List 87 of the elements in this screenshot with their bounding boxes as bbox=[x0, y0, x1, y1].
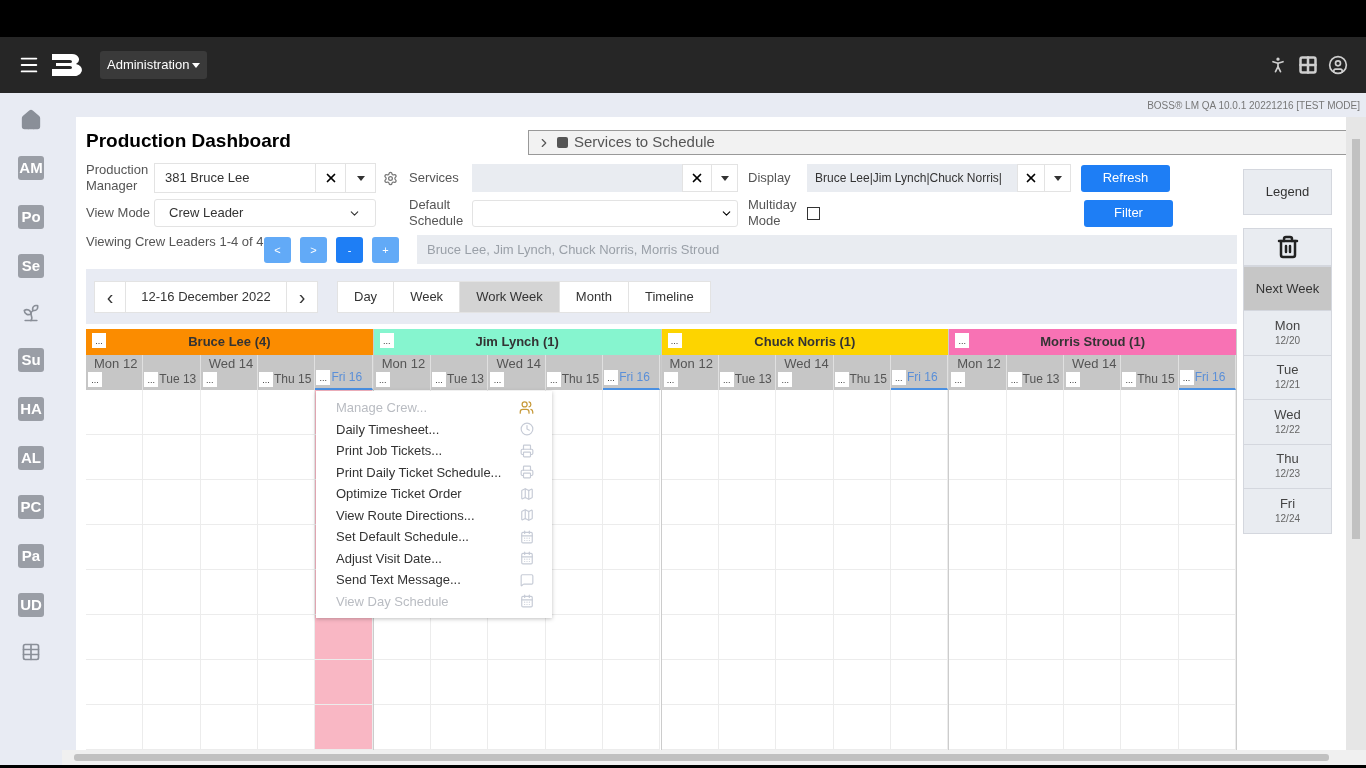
refresh-button[interactable]: Refresh bbox=[1081, 164, 1170, 192]
crew-name: Bruce Lee (4) bbox=[188, 333, 271, 352]
more-button[interactable]: ... bbox=[667, 333, 682, 348]
more-button[interactable]: ... bbox=[1179, 370, 1194, 385]
viewing-text: Viewing Crew Leaders 1-4 of 4 bbox=[86, 233, 264, 250]
more-button[interactable]: ... bbox=[955, 333, 970, 348]
more-button[interactable]: ... bbox=[546, 372, 561, 387]
day-label: Wed 14 bbox=[496, 356, 542, 372]
next-week-button[interactable]: Next Week bbox=[1243, 266, 1332, 311]
more-button[interactable]: ... bbox=[490, 372, 505, 387]
field-label: Multiday Mode bbox=[748, 197, 798, 229]
day-label: Fri 16 bbox=[619, 369, 650, 385]
next-week-day-button[interactable]: Thu 12/23 bbox=[1243, 444, 1332, 489]
page-title: Production Dashboard bbox=[86, 128, 291, 153]
day-label: Wed 14 bbox=[784, 356, 830, 372]
previous-button[interactable]: ‹ bbox=[94, 280, 126, 313]
services-to-schedule-bar[interactable]: Services to Schedule bbox=[528, 130, 1346, 155]
more-button[interactable]: ... bbox=[144, 372, 159, 387]
day-label: Mon 12 bbox=[381, 356, 427, 372]
day-label: Wed 14 bbox=[208, 356, 255, 372]
version-text: BOSS® LM QA 10.0.1 20221216 [TEST MODE] bbox=[1147, 98, 1360, 113]
crew-name: Jim Lynch (1) bbox=[475, 333, 559, 352]
more-button[interactable]: ... bbox=[92, 333, 106, 348]
pager-button[interactable]: - bbox=[336, 237, 363, 263]
more-button[interactable]: ... bbox=[834, 372, 849, 387]
more-button[interactable]: ... bbox=[202, 372, 217, 387]
more-button[interactable]: ... bbox=[1007, 372, 1022, 387]
more-button[interactable]: ... bbox=[375, 372, 390, 387]
next-week-day-button[interactable]: Tue 12/21 bbox=[1243, 355, 1332, 400]
more-button[interactable]: ... bbox=[1065, 372, 1080, 387]
next-week-day-button[interactable]: Fri 12/24 bbox=[1243, 489, 1332, 534]
field-label: View Mode bbox=[86, 205, 152, 221]
context-menu-item[interactable]: Set Default Schedule... bbox=[316, 526, 552, 548]
next-week-day-button[interactable]: Mon 12/20 bbox=[1243, 311, 1332, 356]
more-button[interactable]: ... bbox=[663, 372, 678, 387]
day-label: Fri 16 bbox=[1194, 369, 1226, 385]
context-menu-item[interactable]: Adjust Visit Date... bbox=[316, 547, 552, 569]
more-button[interactable]: ... bbox=[432, 372, 447, 387]
context-menu-item[interactable]: Daily Timesheet... bbox=[316, 418, 552, 440]
day-label: Thu 15 bbox=[561, 371, 600, 387]
day-label: Mon 12 bbox=[669, 356, 714, 372]
view-tab[interactable]: Work Week bbox=[459, 280, 560, 313]
more-button[interactable]: ... bbox=[316, 370, 331, 385]
day-label: Thu 15 bbox=[849, 371, 887, 387]
context-menu-item[interactable]: View Route Directions... bbox=[316, 504, 552, 526]
day-label: Mon 12 bbox=[957, 356, 1002, 372]
day-label: Tue 13 bbox=[159, 371, 197, 387]
day-label: Thu 15 bbox=[274, 371, 312, 387]
date-range-text: 12-16 December 2022 bbox=[126, 280, 286, 313]
field-label: Services bbox=[409, 170, 460, 186]
day-label: Tue 13 bbox=[1022, 371, 1060, 387]
more-button[interactable]: ... bbox=[1122, 372, 1137, 387]
filter-button[interactable]: Filter bbox=[1084, 199, 1173, 227]
legend-button[interactable]: Legend bbox=[1243, 169, 1332, 215]
more-button[interactable]: ... bbox=[259, 372, 274, 387]
crew-name: Morris Stroud (1) bbox=[1040, 333, 1145, 352]
field-label: Production Manager bbox=[86, 162, 150, 194]
day-label: Tue 13 bbox=[734, 371, 772, 387]
more-button[interactable]: ... bbox=[88, 372, 102, 387]
view-mode-select[interactable]: Crew Leader bbox=[154, 199, 376, 227]
field-label: Default Schedule bbox=[409, 197, 465, 229]
next-button[interactable]: › bbox=[286, 280, 318, 313]
context-menu-item[interactable]: Optimize Ticket Order bbox=[316, 483, 552, 505]
production-manager-select[interactable]: 381 Bruce Lee bbox=[154, 163, 376, 193]
day-label: Mon 12 bbox=[94, 356, 139, 372]
more-button[interactable]: ... bbox=[379, 333, 394, 348]
view-tab[interactable]: Day bbox=[337, 280, 395, 313]
day-label: Wed 14 bbox=[1071, 356, 1118, 372]
context-menu-item[interactable]: Send Text Message... bbox=[316, 569, 552, 591]
more-button[interactable]: ... bbox=[719, 372, 734, 387]
more-button[interactable]: ... bbox=[604, 370, 619, 385]
more-button[interactable]: ... bbox=[951, 372, 966, 387]
view-tab[interactable]: Week bbox=[393, 280, 461, 313]
next-week-day-button[interactable]: Wed 12/22 bbox=[1243, 400, 1332, 445]
day-label: Tue 13 bbox=[447, 371, 484, 387]
field-label: Display bbox=[748, 170, 792, 186]
context-menu-item[interactable]: Print Job Tickets... bbox=[316, 440, 552, 462]
crew-name: Chuck Norris (1) bbox=[754, 333, 856, 352]
more-button[interactable]: ... bbox=[891, 370, 906, 385]
view-tab[interactable]: Timeline bbox=[627, 280, 711, 313]
more-button[interactable]: ... bbox=[778, 372, 793, 387]
administration-dropdown[interactable]: Administration bbox=[100, 51, 208, 79]
context-menu-item[interactable]: Print Daily Ticket Schedule... bbox=[316, 461, 552, 483]
day-label: Fri 16 bbox=[331, 369, 363, 385]
day-label: Fri 16 bbox=[906, 369, 938, 385]
day-label: Thu 15 bbox=[1137, 371, 1175, 387]
view-tab[interactable]: Month bbox=[558, 280, 629, 313]
